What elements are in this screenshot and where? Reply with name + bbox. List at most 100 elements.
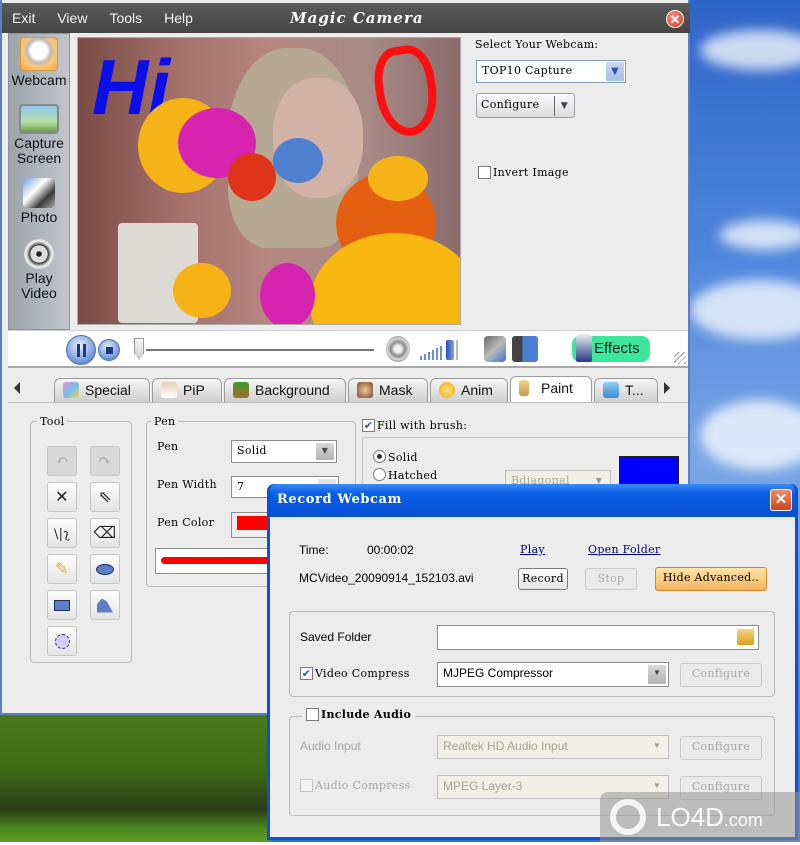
radio-selected[interactable] xyxy=(373,450,386,463)
chevron-down-icon[interactable]: ▼ xyxy=(606,62,624,81)
watermark-suffix: .com xyxy=(723,810,763,830)
chevron-down-icon[interactable]: ▼ xyxy=(648,665,666,684)
dialog-title-bar[interactable]: Record Webcam ✕ xyxy=(270,484,795,517)
resize-grip[interactable] xyxy=(674,352,686,364)
pen-width-value: 7 xyxy=(237,480,245,493)
desktop-grass xyxy=(0,712,270,842)
seek-slider-track[interactable] xyxy=(146,349,374,351)
rectangle-tool-button[interactable] xyxy=(47,590,77,620)
output-filename: MCVideo_20090914_152103.avi xyxy=(299,571,474,585)
text-icon xyxy=(603,382,619,398)
sidebar-item-webcam[interactable]: Webcam xyxy=(9,37,69,88)
pen-style-select[interactable]: Solid ▼ xyxy=(231,440,337,463)
dropdown-arrow-icon[interactable]: ▼ xyxy=(554,96,574,116)
include-audio-checkbox[interactable]: Include Audio xyxy=(302,708,416,721)
tab-mask[interactable]: Mask xyxy=(348,378,428,402)
webcam-select[interactable]: TOP10 Capture ▼ xyxy=(476,60,626,83)
audio-input-select[interactable]: Realtek HD Audio Input ▼ xyxy=(437,735,669,759)
undo-button[interactable]: ↶ xyxy=(47,446,77,476)
pause-icon xyxy=(77,344,86,357)
saved-folder-input[interactable] xyxy=(437,625,759,650)
fill-with-brush-checkbox[interactable]: ✔ Fill with brush: xyxy=(362,419,467,432)
browse-folder-icon[interactable] xyxy=(737,629,754,645)
sidebar-item-label: Photo xyxy=(20,209,58,225)
radio-unselected[interactable] xyxy=(373,468,386,481)
checkbox-checked[interactable]: ✔ xyxy=(362,419,375,432)
webcam-preview[interactable]: Hi xyxy=(77,37,461,325)
tab-scroll-right-icon[interactable] xyxy=(664,382,670,394)
watermark-text: LO4D xyxy=(656,802,724,832)
video-compressor-select[interactable]: MJPEG Compressor ▼ xyxy=(437,662,669,687)
close-window-button[interactable]: ✕ xyxy=(666,10,684,28)
configure-audio-input-button[interactable]: Configure xyxy=(680,736,762,760)
tab-paint[interactable]: Paint xyxy=(510,376,592,402)
polygon-tool-button[interactable] xyxy=(90,590,120,620)
tab-anim[interactable]: Anim xyxy=(430,378,508,402)
saved-folder-label: Saved Folder xyxy=(300,630,372,644)
video-compress-checkbox[interactable]: ✔ Video Compress xyxy=(300,667,410,680)
checkbox[interactable] xyxy=(478,166,491,179)
redo-icon: ↷ xyxy=(98,451,112,470)
eraser-tool-button[interactable]: ⌫ xyxy=(90,518,120,548)
volume-slider[interactable] xyxy=(418,338,462,362)
tab-label: T... xyxy=(625,382,644,398)
configure-video-button[interactable]: Configure xyxy=(680,663,762,687)
redo-button[interactable]: ↷ xyxy=(90,446,120,476)
close-icon: ✕ xyxy=(774,491,788,508)
seek-slider-thumb[interactable] xyxy=(134,338,144,360)
audio-compress-checkbox[interactable]: Audio Compress xyxy=(300,779,410,792)
tab-scroll-left-icon[interactable] xyxy=(14,382,20,394)
audio-compressor-value: MPEG Layer-3 xyxy=(443,779,523,793)
heart-sticker-yellow-small xyxy=(173,263,231,318)
menu-exit[interactable]: Exit xyxy=(12,10,35,26)
configure-webcam-button[interactable]: Configure ▼ xyxy=(476,93,575,118)
pip-icon xyxy=(161,382,177,398)
chevron-down-icon[interactable]: ▼ xyxy=(316,443,334,460)
sidebar-item-photo[interactable]: Photo xyxy=(9,178,69,225)
menu-help[interactable]: Help xyxy=(164,10,193,26)
line-tool-button[interactable]: \|ʅ xyxy=(47,518,77,548)
tab-text[interactable]: T... xyxy=(594,378,658,402)
circle-select-tool-button[interactable] xyxy=(47,626,77,656)
select-tool-button[interactable]: ⇖ xyxy=(90,482,120,512)
ellipse-tool-button[interactable] xyxy=(90,554,120,584)
invert-image-checkbox[interactable]: Invert Image xyxy=(478,166,569,179)
sidebar-item-play-video[interactable]: Play Video xyxy=(9,239,69,301)
tab-special[interactable]: Special xyxy=(54,378,150,402)
stop-button[interactable]: Stop xyxy=(585,568,637,590)
delete-tool-button[interactable]: ✕ xyxy=(47,482,77,512)
tab-pip[interactable]: PiP xyxy=(152,378,222,402)
sidebar-item-capture-screen[interactable]: Capture Screen xyxy=(9,104,69,166)
video-camera-icon[interactable] xyxy=(512,336,538,362)
checkbox-disabled[interactable] xyxy=(300,779,313,792)
sidebar-item-label: Webcam xyxy=(11,72,67,88)
checkbox[interactable] xyxy=(306,708,319,721)
undo-icon: ↶ xyxy=(55,451,69,470)
video-compressor-value: MJPEG Compressor xyxy=(443,666,554,680)
close-dialog-button[interactable]: ✕ xyxy=(770,489,792,511)
hide-advanced-button[interactable]: Hide Advanced.. xyxy=(655,567,767,591)
snapshot-icon[interactable] xyxy=(484,336,506,362)
mask-icon xyxy=(357,382,373,398)
stop-button[interactable] xyxy=(98,339,120,361)
tab-label: Background xyxy=(255,382,330,398)
brush-solid-radio[interactable]: Solid xyxy=(373,450,418,464)
menu-view[interactable]: View xyxy=(57,10,87,26)
heart-sticker-blue xyxy=(273,138,323,183)
pause-button[interactable] xyxy=(66,335,96,365)
sun-icon xyxy=(439,382,455,398)
tab-background[interactable]: Background xyxy=(224,378,346,402)
record-button[interactable]: Record xyxy=(518,568,568,590)
audio-compress-label: Audio Compress xyxy=(315,779,411,792)
pencil-tool-button[interactable]: ✎ xyxy=(47,554,77,584)
cloud xyxy=(700,400,800,470)
menu-tools[interactable]: Tools xyxy=(109,10,142,26)
effects-button[interactable]: Effects xyxy=(572,334,650,362)
speaker-icon[interactable] xyxy=(386,336,410,362)
brush-hatched-radio[interactable]: Hatched xyxy=(373,468,437,482)
audio-input-label: Audio Input xyxy=(300,739,361,753)
open-folder-link[interactable]: Open Folder xyxy=(588,543,660,556)
checkbox-checked[interactable]: ✔ xyxy=(300,667,313,680)
dialog-body: Time: 00:00:02 Play Open Folder MCVideo_… xyxy=(270,517,795,837)
play-link[interactable]: Play xyxy=(520,543,545,556)
